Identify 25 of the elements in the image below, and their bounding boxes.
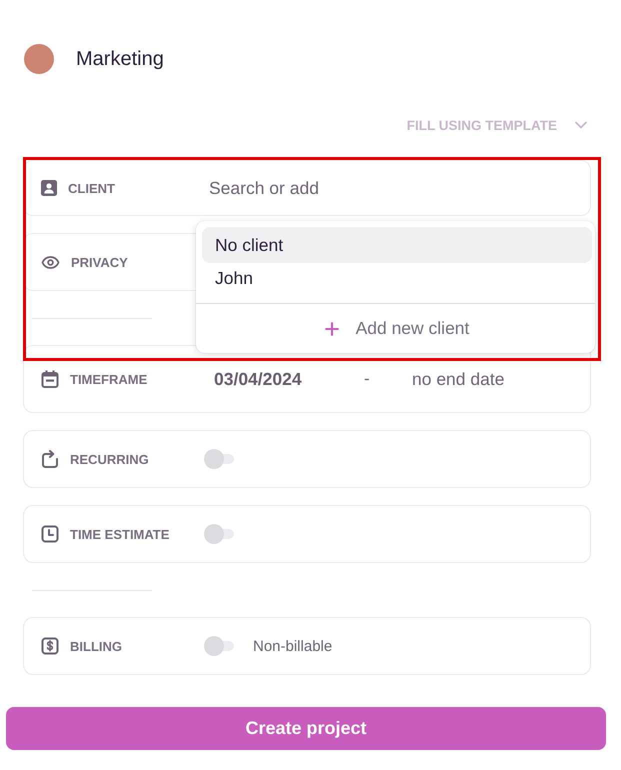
rotate-arrow-icon [41,450,59,468]
client-option[interactable]: John [202,263,592,293]
project-name: Marketing [76,48,164,70]
field-label: RECURRING [70,452,149,466]
client-option[interactable]: No client [202,227,592,263]
field-label: TIMEFRAME [70,372,148,386]
toggle-switch[interactable] [204,636,234,656]
person-icon [41,180,57,196]
field-label: CLIENT [68,180,115,196]
toggle-switch[interactable] [204,449,234,469]
field-label: PRIVACY [71,254,128,270]
start-date[interactable]: 03/04/2024 [214,368,364,390]
search-field[interactable]: Search or add [204,161,578,215]
end-date[interactable]: no end date [412,368,504,390]
date-separator: - [364,369,371,389]
create-project-button[interactable]: Create project [6,707,606,750]
billing-status: Non-billable [253,638,332,654]
field-label: BILLING [70,638,122,654]
field-label: TIME ESTIMATE [70,526,170,542]
client-field[interactable]: CLIENT Search or add [23,160,591,216]
add-client-button[interactable]: Add new client [196,304,595,353]
dollar-icon [41,637,59,655]
calendar-icon [41,370,59,388]
clock-icon [41,525,59,543]
toggle-switch[interactable] [204,524,234,544]
